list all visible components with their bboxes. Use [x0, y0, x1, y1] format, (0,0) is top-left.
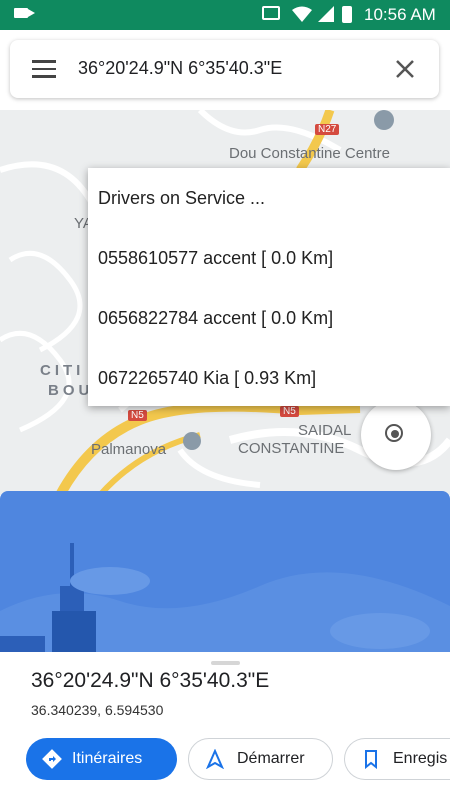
drivers-popup: Drivers on Service ... 0558610577 accent…: [88, 168, 450, 406]
signal-icon: [318, 6, 334, 22]
road-tag-n5-right: N5: [280, 406, 299, 417]
my-location-button[interactable]: [361, 400, 431, 470]
map-label-palmanova: Palmanova: [91, 441, 167, 458]
place-title: 36°20'24.9"N 6°35'40.3"E: [31, 669, 270, 692]
city-illustration: [0, 543, 450, 653]
close-icon[interactable]: [394, 58, 416, 80]
place-decimal-coordinates: 36.340239, 6.594530: [31, 702, 164, 718]
map-label-bou: BOU: [48, 382, 94, 399]
directions-icon: [42, 749, 62, 769]
status-bar: 10:56 AM: [0, 0, 450, 30]
place-bottom-sheet: 36°20'24.9"N 6°35'40.3"E 36.340239, 6.59…: [0, 652, 450, 800]
map-label-cite: CITI: [40, 362, 85, 379]
place-illustration: [0, 491, 450, 653]
navigation-icon: [206, 749, 224, 769]
map-label-constantine: CONSTANTINE: [238, 440, 345, 457]
popup-title: Drivers on Service ...: [98, 188, 266, 208]
directions-label: Itinéraires: [72, 750, 143, 767]
menu-icon[interactable]: [32, 60, 56, 78]
driver-item[interactable]: 0672265740 Kia [ 0.93 Km]: [98, 368, 316, 389]
status-time: 10:56 AM: [364, 5, 436, 24]
driver-item[interactable]: 0656822784 accent [ 0.0 Km]: [98, 308, 333, 329]
cast-icon: [262, 6, 280, 20]
video-icon: [14, 8, 35, 18]
save-button[interactable]: Enregis: [344, 738, 450, 780]
directions-button[interactable]: Itinéraires: [26, 738, 177, 780]
driver-item[interactable]: 0558610577 accent [ 0.0 Km]: [98, 248, 333, 269]
start-button[interactable]: Démarrer: [188, 738, 333, 780]
battery-icon: [342, 6, 352, 23]
start-label: Démarrer: [237, 750, 305, 767]
wifi-icon: [292, 6, 312, 22]
search-bar[interactable]: 36°20'24.9"N 6°35'40.3"E: [10, 40, 439, 98]
map-label-dou-constantine: Dou Constantine Centre: [229, 145, 390, 162]
bookmark-icon: [365, 750, 377, 769]
drag-handle[interactable]: [211, 661, 240, 665]
search-query[interactable]: 36°20'24.9"N 6°35'40.3"E: [78, 58, 282, 79]
road-tag-n27: N27: [315, 124, 340, 135]
save-label: Enregis: [393, 750, 448, 767]
road-tag-n5-left: N5: [128, 410, 147, 421]
map-label-saidal: SAIDAL: [298, 422, 352, 439]
